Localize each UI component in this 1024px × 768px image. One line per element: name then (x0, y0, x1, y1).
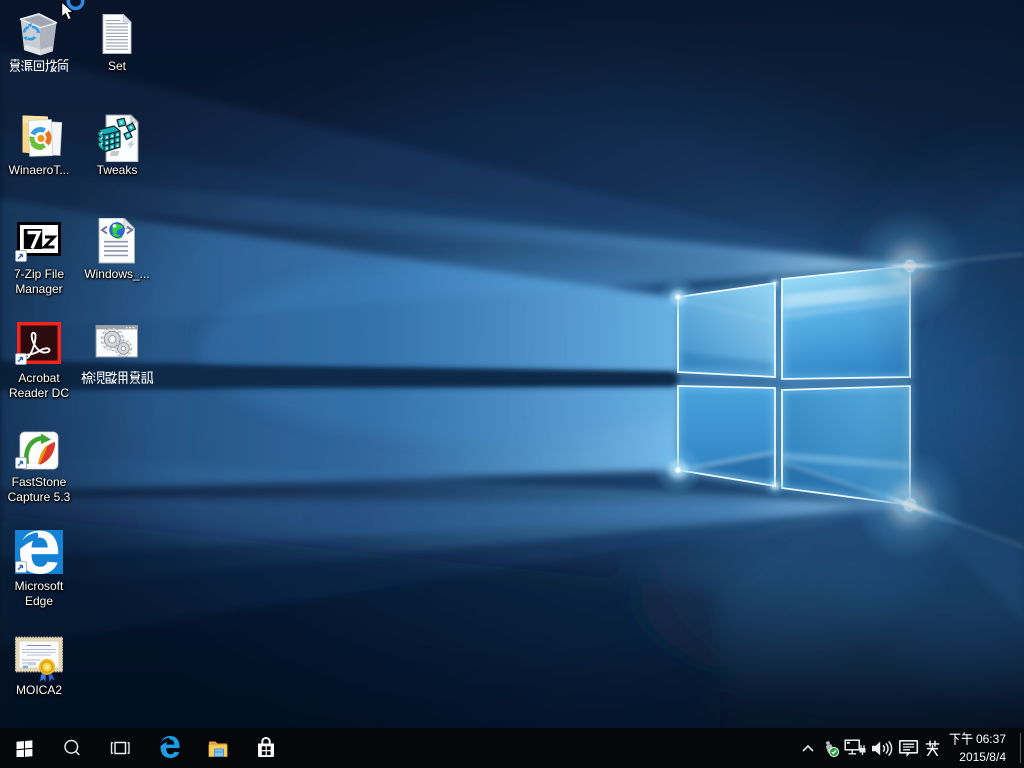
svg-text:e: e (159, 735, 181, 761)
